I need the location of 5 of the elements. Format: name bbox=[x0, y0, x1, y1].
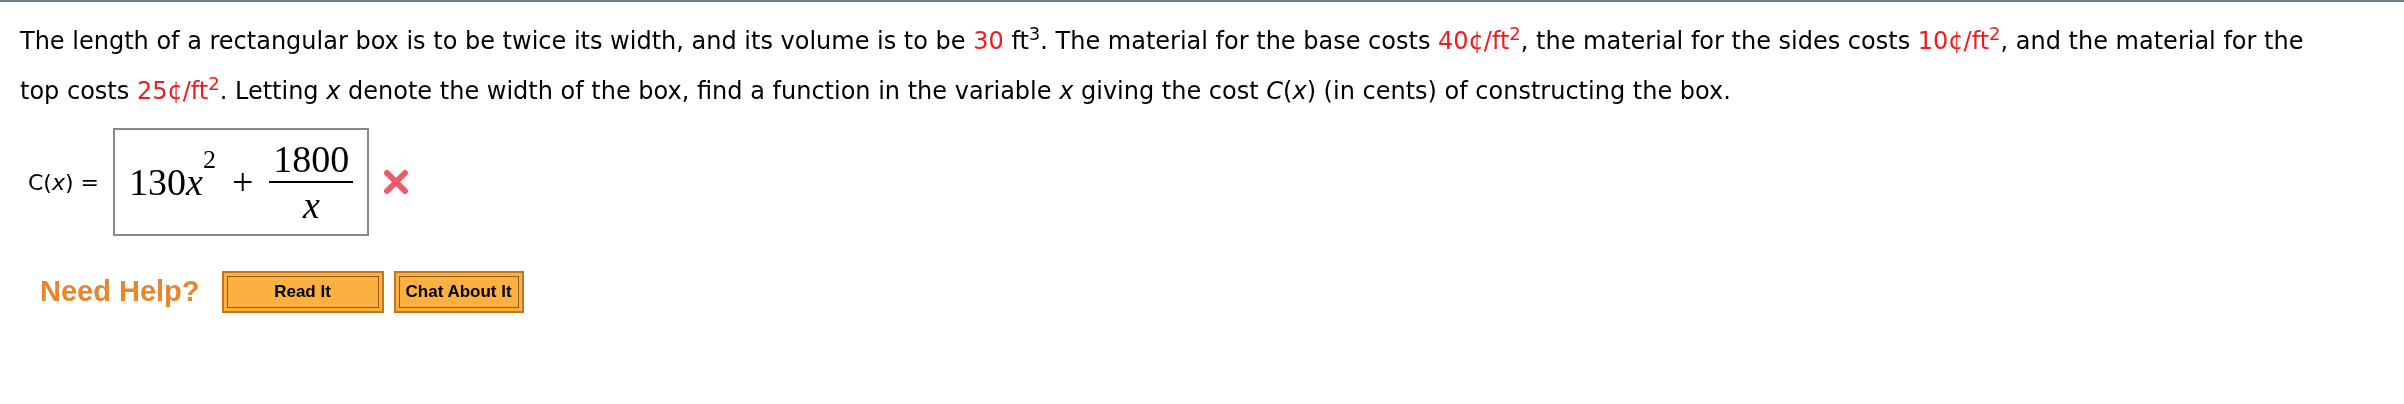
need-help-title: Need Help? bbox=[40, 274, 200, 309]
help-button[interactable]: Chat About It bbox=[393, 270, 524, 313]
question-text: The length of a rectangular box is to be twice its width, and its volume is to be 30 ft$^{3}$. The material for the base costs 40¢/ft$^{2}$, the material for the sides costs 10¢/ft$^{2}$, and the material for the top costs 25¢/ft$^{2}$. Letting x denote the width of the box, find a function in the variable x giving the cost C(x) (in cents) of constructing the box. bbox=[20, 22, 2305, 107]
function-label: C(x) = bbox=[28, 168, 99, 197]
help-button[interactable]: Read It bbox=[221, 270, 384, 313]
